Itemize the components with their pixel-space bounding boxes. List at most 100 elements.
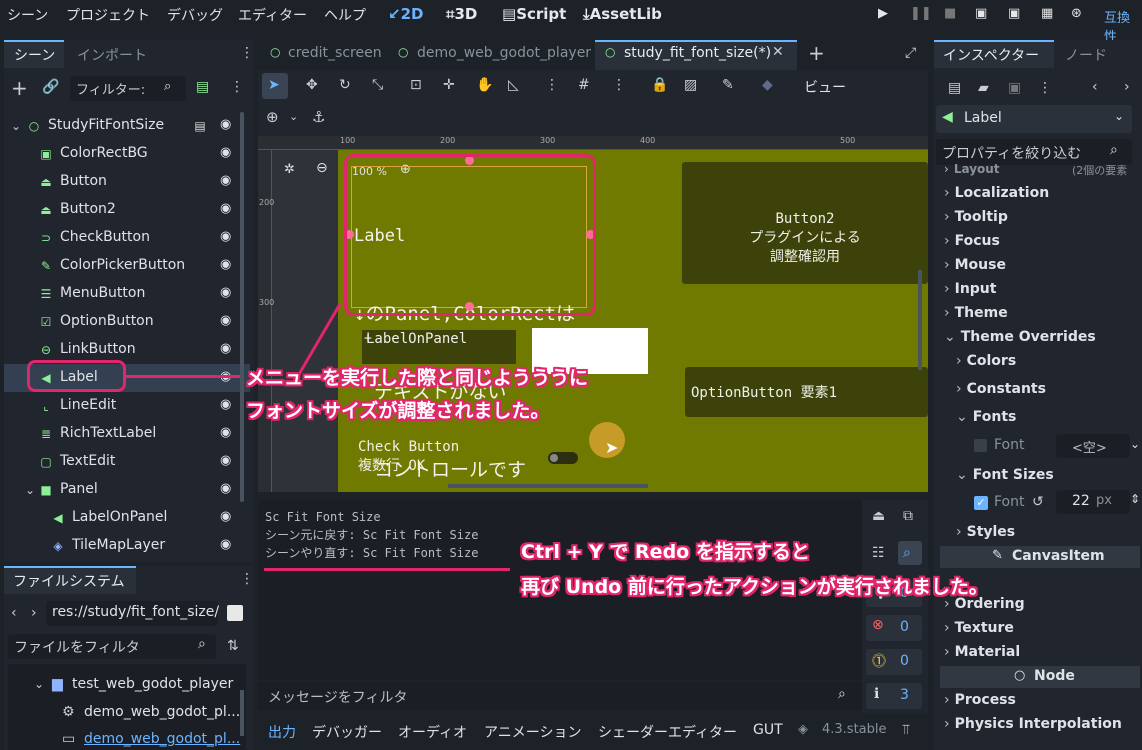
- pivot-icon[interactable]: ✛: [443, 77, 455, 93]
- visibility-icon[interactable]: ◉: [220, 229, 231, 244]
- clear-output-icon[interactable]: ⏏: [872, 508, 885, 524]
- toggle-switch[interactable]: [548, 452, 578, 464]
- visibility-icon[interactable]: ◉: [220, 341, 231, 356]
- visibility-icon[interactable]: ◉: [220, 201, 231, 216]
- canvasitem-header[interactable]: ✎ CanvasItem: [940, 546, 1140, 568]
- collapse-arrow-icon[interactable]: ⌄: [34, 677, 44, 691]
- stepper-icon[interactable]: ⇕: [1130, 492, 1140, 506]
- tree-item-button[interactable]: ⏏ Button ◉: [4, 168, 250, 196]
- font-size-spinbox[interactable]: 22 px: [1056, 490, 1130, 514]
- filter-info-button[interactable]: ℹ 3: [866, 683, 922, 709]
- link-icon[interactable]: 🔗: [42, 79, 59, 95]
- menu-debug[interactable]: デバッグ: [167, 5, 223, 25]
- history-back-icon[interactable]: ‹: [1092, 79, 1098, 95]
- movie-icon[interactable]: ⊛: [1071, 6, 1082, 21]
- ruler-vertical[interactable]: 200 300: [258, 150, 274, 492]
- viewport-hscroll[interactable]: [448, 484, 648, 488]
- play-scene-icon[interactable]: ▣: [1008, 6, 1020, 21]
- pause-icon[interactable]: ❚❚: [910, 6, 932, 21]
- tab-audio[interactable]: オーディオ: [398, 722, 467, 742]
- tree-item-button2[interactable]: ⏏ Button2 ◉: [4, 196, 250, 224]
- tree-item-panel[interactable]: ⌄ ■ Panel ◉: [4, 476, 250, 504]
- tree-item-menubutton[interactable]: ☰ MenuButton ◉: [4, 280, 250, 308]
- sort-icon[interactable]: ⇅: [227, 638, 239, 654]
- tree-item-colorrectbg[interactable]: ▣ ColorRectBG ◉: [4, 140, 250, 168]
- play-custom-icon[interactable]: ▦: [1041, 6, 1053, 21]
- tree-item-richtextlabel[interactable]: ≣ RichTextLabel ◉: [4, 420, 250, 448]
- dock-menu-icon[interactable]: ⋮: [240, 571, 254, 587]
- scene-filter-input[interactable]: フィルター: ⌕: [70, 76, 186, 101]
- add-node-icon[interactable]: +: [11, 76, 28, 100]
- history-forward-icon[interactable]: ›: [1124, 79, 1130, 95]
- optionbutton-control[interactable]: OptionButton 要素1: [685, 367, 928, 417]
- dock-menu-icon[interactable]: ⋮: [240, 45, 254, 61]
- anchor-icon[interactable]: ⚓: [312, 108, 325, 126]
- lock-icon[interactable]: 🔒: [651, 77, 668, 93]
- tree-item-tilemaplayer[interactable]: ◈ TileMapLayer ◉: [4, 532, 250, 560]
- file-tree-scrollbar[interactable]: [240, 690, 244, 736]
- distraction-free-icon[interactable]: ⤢: [905, 45, 916, 61]
- tree-item-labelonpanel[interactable]: ◀ LabelOnPanel ◉: [4, 504, 250, 532]
- script-icon[interactable]: ▤: [192, 118, 208, 134]
- section-tooltip[interactable]: › Tooltip: [944, 209, 1008, 225]
- node-type-selector[interactable]: ◀ Label ⌄: [936, 105, 1132, 133]
- workspace-assetlib[interactable]: ⤓AssetLib: [583, 5, 662, 23]
- visibility-icon[interactable]: ◉: [220, 173, 231, 188]
- section-focus[interactable]: › Focus: [944, 233, 1000, 249]
- visibility-icon[interactable]: ◉: [220, 257, 231, 272]
- viewport-vscroll[interactable]: [918, 270, 922, 370]
- grid-icon[interactable]: #: [578, 77, 590, 93]
- visibility-icon[interactable]: ◉: [220, 425, 231, 440]
- visibility-icon[interactable]: ◉: [220, 285, 231, 300]
- section-theme[interactable]: › Theme: [944, 305, 1008, 321]
- filter-warnings-button[interactable]: ⓵ 0: [866, 649, 922, 675]
- ik-icon[interactable]: ◆: [762, 77, 773, 93]
- subsection-constants[interactable]: › Constants: [956, 381, 1046, 397]
- anchor-preset-icon[interactable]: ⊕: [266, 108, 279, 126]
- menu-help[interactable]: ヘルプ: [324, 5, 366, 25]
- tab-import[interactable]: インポート: [77, 45, 147, 65]
- collapse-arrow-icon[interactable]: ⌄: [8, 118, 24, 134]
- visibility-icon[interactable]: ◉: [220, 537, 231, 552]
- filter-errors-button[interactable]: ⊗ 0: [866, 615, 922, 641]
- visibility-icon[interactable]: ◉: [220, 145, 231, 160]
- tab-node[interactable]: ノード: [1065, 45, 1107, 65]
- font-override-checkbox[interactable]: [974, 439, 987, 452]
- visibility-icon[interactable]: ◉: [220, 453, 231, 468]
- section-process[interactable]: › Process: [944, 692, 1016, 708]
- more-icon[interactable]: ⋮: [612, 77, 626, 93]
- tab-debugger[interactable]: デバッガー: [312, 722, 382, 742]
- section-layout[interactable]: › Layout: [944, 162, 1000, 176]
- file-item[interactable]: demo_web_godot_pl...: [84, 704, 240, 720]
- tree-item-optionbutton[interactable]: ☑ OptionButton ◉: [4, 308, 250, 336]
- collapse-messages-icon[interactable]: ☷: [872, 545, 885, 561]
- instance-scene-icon[interactable]: ▤: [196, 79, 209, 95]
- open-folder-icon[interactable]: ▰: [978, 80, 989, 96]
- workspace-3d[interactable]: ⌗3D: [446, 5, 477, 23]
- tab-animation[interactable]: アニメーション: [484, 722, 581, 742]
- tab-shader-editor[interactable]: シェーダーエディター: [598, 722, 737, 742]
- editor-tab-credit[interactable]: credit_screen: [288, 45, 382, 61]
- pin-panel-icon[interactable]: ⫪: [902, 722, 910, 738]
- group-icon[interactable]: ▨: [684, 77, 697, 93]
- stop-icon[interactable]: ■: [944, 6, 956, 21]
- view-menu[interactable]: ビュー: [804, 77, 846, 97]
- new-resource-icon[interactable]: ▤: [948, 80, 961, 96]
- node-header[interactable]: ○ Node: [940, 666, 1140, 688]
- canvas-viewport[interactable]: 100 200 300 400 500 200 300 ✲ ⊖ 100 % ⊕ …: [258, 136, 928, 492]
- save-icon[interactable]: ▣: [1008, 80, 1021, 96]
- play-icon[interactable]: ▶: [878, 6, 888, 21]
- remote-debug-icon[interactable]: ▣: [975, 6, 987, 21]
- file-filter-input[interactable]: ファイルをフィルタ ⌕: [8, 634, 216, 659]
- ruler-horizontal[interactable]: 100 200 300 400 500: [258, 136, 928, 150]
- menu-scene[interactable]: シーン: [7, 5, 48, 25]
- visibility-icon[interactable]: ◉: [220, 313, 231, 328]
- tree-item-checkbutton[interactable]: ⊃ CheckButton ◉: [4, 224, 250, 252]
- visibility-icon[interactable]: ◉: [220, 481, 231, 496]
- section-mouse[interactable]: › Mouse: [944, 257, 1006, 273]
- subsection-fonts[interactable]: ⌄ Fonts: [956, 409, 1016, 425]
- back-icon[interactable]: ‹: [11, 605, 17, 621]
- visibility-icon[interactable]: ◉: [220, 397, 231, 412]
- section-theme-overrides[interactable]: ⌄ Theme Overrides: [944, 329, 1096, 345]
- copy-icon[interactable]: ⧉: [903, 508, 913, 524]
